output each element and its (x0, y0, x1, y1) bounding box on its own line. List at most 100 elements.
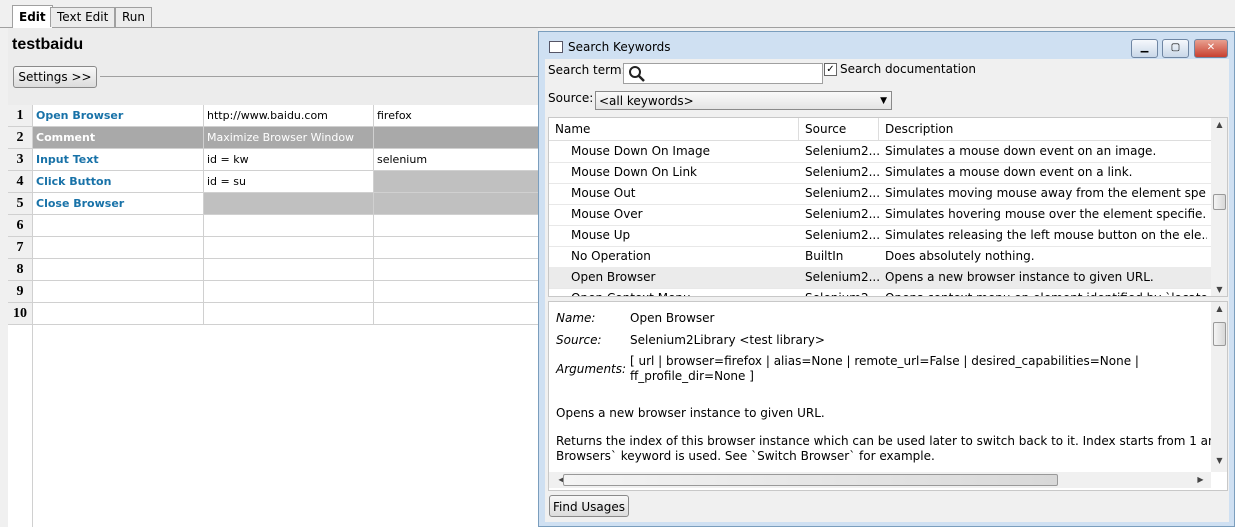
window-icon (549, 41, 563, 53)
row-number[interactable]: 2 (8, 127, 32, 149)
test-case-title: testbaidu (12, 36, 84, 53)
tab-run[interactable]: Run (115, 7, 153, 27)
keyword-description: Simulates hovering mouse over the elemen… (885, 207, 1207, 221)
details-name-key: Name: (556, 311, 596, 325)
minimize-icon[interactable]: ▁ (1131, 39, 1158, 58)
grid-line (8, 258, 538, 259)
row-number[interactable]: 8 (8, 259, 32, 281)
grid-cell-keyword[interactable]: Click Button (33, 171, 203, 193)
dialog-title: Search Keywords (568, 40, 671, 54)
grid-line (32, 105, 33, 527)
scrollbar-thumb[interactable] (1213, 322, 1226, 346)
row-number[interactable]: 5 (8, 193, 32, 215)
grid-line (8, 302, 538, 303)
details-doc-line: Returns the index of this browser instan… (556, 434, 1228, 448)
grid-cell-keyword[interactable]: Input Text (33, 149, 203, 171)
grid-cell-arg[interactable] (374, 171, 538, 193)
search-keywords-dialog: Search Keywords ▁ ▢ ✕ Search term: ✓ Sea… (538, 31, 1235, 527)
grid-cell-arg[interactable]: id = kw (204, 149, 373, 171)
keyword-source: Selenium2... (805, 186, 879, 200)
keyword-description: Simulates moving mouse away from the ele… (885, 186, 1207, 200)
settings-button[interactable]: Settings >> (13, 66, 97, 88)
grid-cell-arg[interactable]: id = su (204, 171, 373, 193)
settings-divider (100, 76, 538, 77)
scrollbar-thumb[interactable] (563, 474, 1058, 486)
row-number[interactable]: 6 (8, 215, 32, 237)
list-item-selected[interactable]: Open Browser Selenium2... Opens a new br… (549, 267, 1211, 289)
scroll-down-icon[interactable]: ▼ (1211, 456, 1227, 465)
details-source-key: Source: (556, 333, 602, 347)
column-header-description[interactable]: Description (879, 118, 1211, 140)
keyword-source: Selenium2... (805, 207, 879, 221)
tab-text-edit[interactable]: Text Edit (50, 7, 116, 27)
list-scrollbar[interactable]: ▲ ▼ (1211, 118, 1227, 296)
scroll-right-icon[interactable]: ▶ (1192, 475, 1209, 484)
keyword-source: Selenium2... (805, 270, 879, 284)
close-icon[interactable]: ✕ (1194, 39, 1228, 58)
details-arguments-key: Arguments: (556, 362, 627, 376)
grid-cell-keyword[interactable]: Open Browser (33, 105, 203, 127)
keyword-name: Open Context Menu (571, 288, 797, 296)
list-item[interactable]: Mouse Down On Link Selenium2... Simulate… (549, 162, 1211, 184)
keyword-source: Selenium2... (805, 165, 879, 179)
list-item[interactable]: Mouse Up Selenium2... Simulates releasin… (549, 225, 1211, 247)
grid-line (8, 214, 538, 215)
source-select[interactable]: <all keywords> ▼ (595, 91, 892, 110)
scroll-down-icon[interactable]: ▼ (1211, 285, 1227, 294)
grid-cell-arg[interactable]: selenium (374, 149, 537, 171)
row-number[interactable]: 7 (8, 237, 32, 259)
list-item[interactable]: No Operation BuiltIn Does absolutely not… (549, 246, 1211, 268)
dialog-body: Search term: ✓ Search documentation Sour… (545, 59, 1229, 522)
grid-cell-arg[interactable] (374, 193, 538, 215)
column-header-source[interactable]: Source (799, 118, 879, 140)
keyword-name: Mouse Over (571, 207, 643, 221)
row-number[interactable]: 3 (8, 149, 32, 171)
grid-line (8, 236, 538, 237)
scroll-up-icon[interactable]: ▲ (1211, 120, 1227, 129)
search-input[interactable] (623, 63, 823, 84)
search-term-label: Search term: (548, 63, 626, 77)
grid-cell-comment[interactable]: Maximize Browser Window (204, 127, 373, 149)
list-item[interactable]: Open Context Menu Selenium2... Opens con… (549, 288, 1211, 296)
list-item[interactable]: Mouse Out Selenium2... Simulates moving … (549, 183, 1211, 205)
grid-cell-keyword[interactable]: Close Browser (33, 193, 203, 215)
grid-cell-arg[interactable] (374, 127, 538, 149)
list-item[interactable]: Mouse Down On Image Selenium2... Simulat… (549, 141, 1211, 163)
row-number[interactable]: 9 (8, 281, 32, 303)
tab-bar: Edit Text Edit Run (0, 0, 1235, 28)
column-header-name[interactable]: Name (549, 118, 799, 140)
keyword-description: Opens context menu on element identified… (885, 288, 1207, 296)
test-case-editor: testbaidu Settings >> 1 Open Browser htt… (8, 28, 538, 527)
grid-cell-arg[interactable]: http://www.baidu.com (204, 105, 373, 127)
maximize-icon[interactable]: ▢ (1162, 39, 1189, 58)
source-select-value: <all keywords> (599, 94, 694, 108)
keyword-grid: 1 Open Browser http://www.baidu.com fire… (8, 105, 538, 527)
list-item[interactable]: Mouse Over Selenium2... Simulates hoveri… (549, 204, 1211, 226)
details-horizontal-scrollbar[interactable]: ◀ ▶ (549, 472, 1211, 488)
search-documentation-checkbox[interactable]: ✓ (824, 63, 837, 76)
grid-cell-arg[interactable] (204, 193, 377, 215)
keyword-list: Name Source Description Mouse Down On Im… (548, 117, 1228, 297)
grid-line (373, 105, 374, 325)
keyword-name: Mouse Down On Image (571, 144, 711, 158)
row-number[interactable]: 4 (8, 171, 32, 193)
details-vertical-scrollbar[interactable]: ▲ ▼ (1211, 302, 1227, 472)
keyword-name: No Operation (571, 249, 651, 263)
tab-edit[interactable]: Edit (12, 5, 53, 28)
keyword-source: Selenium2... (805, 288, 879, 296)
keyword-name: Open Browser (571, 270, 656, 284)
keyword-source: Selenium2... (805, 228, 879, 242)
scrollbar-thumb[interactable] (1213, 194, 1226, 210)
keyword-name: Mouse Out (571, 186, 636, 200)
chevron-down-icon: ▼ (880, 96, 887, 106)
search-documentation-label: Search documentation (840, 62, 976, 76)
find-usages-button[interactable]: Find Usages (549, 495, 629, 517)
keyword-description: Simulates a mouse down event on an image… (885, 144, 1157, 158)
scroll-up-icon[interactable]: ▲ (1211, 304, 1227, 313)
grid-cell-arg[interactable]: firefox (374, 105, 537, 127)
row-number[interactable]: 1 (8, 105, 32, 127)
grid-cell-keyword[interactable]: Comment (33, 127, 203, 149)
grid-line (8, 192, 538, 193)
grid-line (8, 126, 538, 127)
row-number[interactable]: 10 (8, 303, 32, 325)
